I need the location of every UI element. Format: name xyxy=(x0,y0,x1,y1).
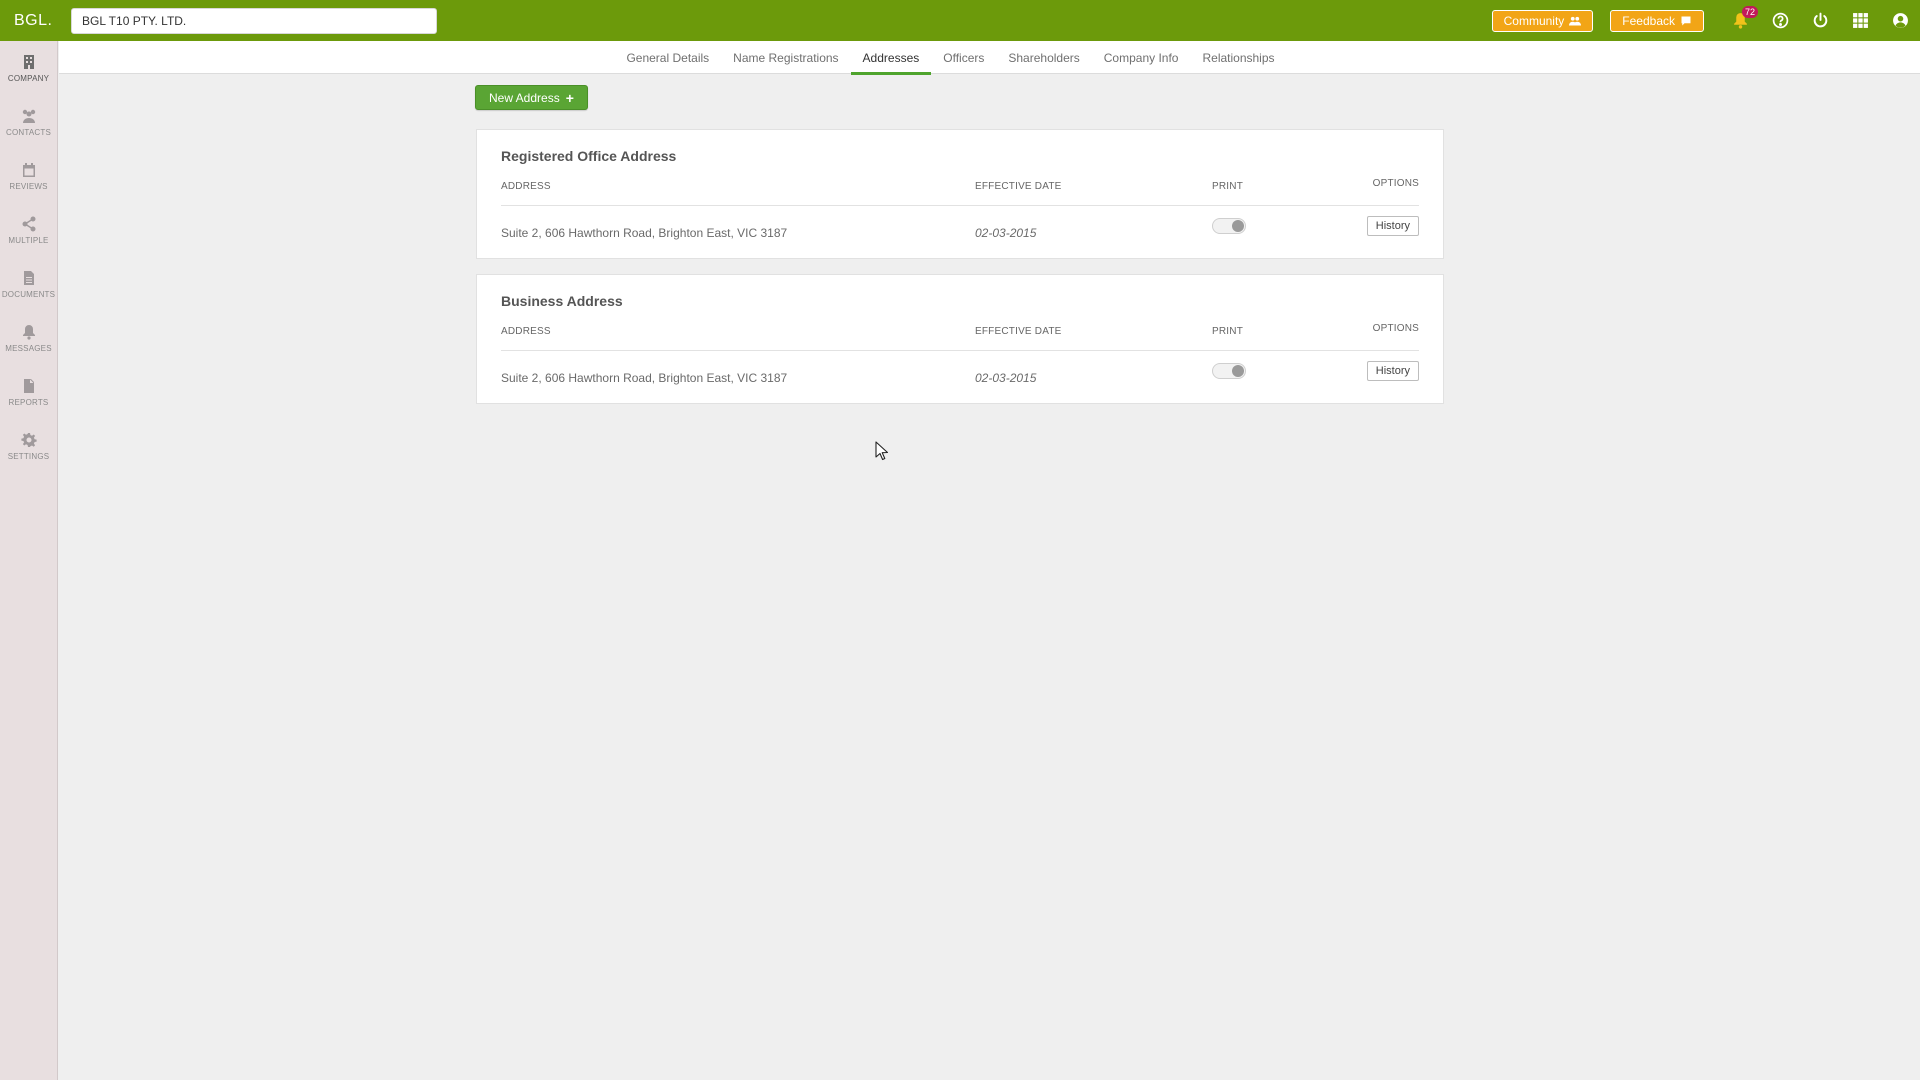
apps-button[interactable] xyxy=(1840,0,1880,41)
notifications-button[interactable]: 72 xyxy=(1720,0,1760,41)
divider xyxy=(501,205,1419,206)
bell-icon xyxy=(22,324,35,340)
address-value: Suite 2, 606 Hawthorn Road, Brighton Eas… xyxy=(501,371,788,385)
column-header-options: OPTIONS xyxy=(1372,323,1419,334)
history-button[interactable]: History xyxy=(1366,361,1419,381)
sidebar-item-label: MESSAGES xyxy=(5,343,52,353)
document-icon xyxy=(23,270,34,285)
notification-count-badge: 72 xyxy=(1742,6,1759,18)
history-button[interactable]: History xyxy=(1366,216,1419,236)
new-address-label: New Address xyxy=(489,90,560,105)
share-icon xyxy=(22,216,35,231)
gear-icon xyxy=(20,432,37,447)
top-bar: BGL. Community Feedback 72 xyxy=(0,0,1920,41)
sidebar-item-label: REPORTS xyxy=(8,397,49,407)
tab-general-details[interactable]: General Details xyxy=(614,41,721,74)
entity-search-input[interactable] xyxy=(71,7,437,34)
tab-relationships[interactable]: Relationships xyxy=(1190,41,1286,74)
power-icon xyxy=(1813,12,1827,28)
tab-officers[interactable]: Officers xyxy=(931,41,996,74)
report-icon xyxy=(23,378,34,393)
sidebar-item-label: MULTIPLE xyxy=(8,235,49,245)
top-bar-actions: Community Feedback 72 xyxy=(1491,0,1920,41)
print-toggle[interactable] xyxy=(1212,363,1246,379)
user-avatar-icon xyxy=(1892,13,1908,28)
grid-icon xyxy=(1852,13,1868,28)
column-header-address: ADDRESS xyxy=(501,326,551,337)
tab-company-info[interactable]: Company Info xyxy=(1092,41,1191,74)
mouse-cursor-icon xyxy=(875,441,889,461)
column-header-effective-date: EFFECTIVE DATE xyxy=(975,181,1062,192)
sidebar-item-documents[interactable]: DOCUMENTS xyxy=(0,257,57,311)
community-button[interactable]: Community xyxy=(1491,9,1594,32)
bgl-logo[interactable]: BGL. xyxy=(14,12,62,30)
column-header-print: PRINT xyxy=(1212,326,1243,337)
feedback-button[interactable]: Feedback xyxy=(1610,9,1704,32)
sidebar-item-messages[interactable]: MESSAGES xyxy=(0,311,57,365)
tab-shareholders[interactable]: Shareholders xyxy=(996,41,1091,74)
tab-bar: General Details Name Registrations Addre… xyxy=(59,41,1920,75)
toggle-knob xyxy=(1232,220,1244,232)
sidebar-item-reports[interactable]: REPORTS xyxy=(0,365,57,419)
sidebar-item-contacts[interactable]: CONTACTS xyxy=(0,95,57,149)
chat-bubble-icon xyxy=(1681,16,1691,25)
tab-name-registrations[interactable]: Name Registrations xyxy=(721,41,850,74)
building-icon xyxy=(23,54,34,69)
sidebar-item-settings[interactable]: SETTINGS xyxy=(0,419,57,473)
people-icon xyxy=(1569,16,1582,25)
sidebar: COMPANY CONTACTS REVIEWS MULTIPLE DOCUME… xyxy=(0,41,58,1080)
sidebar-item-company[interactable]: COMPANY xyxy=(0,41,57,95)
column-header-print: PRINT xyxy=(1212,181,1243,192)
column-header-effective-date: EFFECTIVE DATE xyxy=(975,326,1062,337)
effective-date-value: 02-03-2015 xyxy=(975,371,1037,385)
sidebar-item-label: REVIEWS xyxy=(9,181,48,191)
divider xyxy=(501,350,1419,351)
card-title: Registered Office Address xyxy=(501,148,677,164)
effective-date-value: 02-03-2015 xyxy=(975,226,1037,240)
people-icon xyxy=(22,109,35,123)
sidebar-item-label: SETTINGS xyxy=(7,451,50,461)
community-label: Community xyxy=(1503,13,1565,28)
toggle-knob xyxy=(1232,365,1244,377)
registered-office-address-card: Registered Office Address ADDRESS EFFECT… xyxy=(476,129,1444,259)
column-header-options: OPTIONS xyxy=(1372,178,1419,189)
sidebar-item-label: DOCUMENTS xyxy=(1,289,56,299)
business-address-card: Business Address ADDRESS EFFECTIVE DATE … xyxy=(476,274,1444,404)
sidebar-item-multiple[interactable]: MULTIPLE xyxy=(0,203,57,257)
feedback-label: Feedback xyxy=(1622,13,1675,28)
print-toggle[interactable] xyxy=(1212,218,1246,234)
plus-icon: + xyxy=(565,89,574,106)
user-account-button[interactable] xyxy=(1880,0,1920,41)
new-address-button[interactable]: New Address + xyxy=(475,85,588,110)
tab-addresses[interactable]: Addresses xyxy=(850,41,932,75)
card-title: Business Address xyxy=(501,293,623,309)
help-button[interactable] xyxy=(1760,0,1800,41)
address-value: Suite 2, 606 Hawthorn Road, Brighton Eas… xyxy=(501,226,788,240)
help-icon xyxy=(1772,12,1788,29)
sidebar-item-reviews[interactable]: REVIEWS xyxy=(0,149,57,203)
column-header-address: ADDRESS xyxy=(501,181,551,192)
calendar-icon xyxy=(22,162,35,177)
logout-button[interactable] xyxy=(1800,0,1840,41)
sidebar-item-label: CONTACTS xyxy=(5,127,51,137)
sidebar-item-label: COMPANY xyxy=(7,73,50,83)
